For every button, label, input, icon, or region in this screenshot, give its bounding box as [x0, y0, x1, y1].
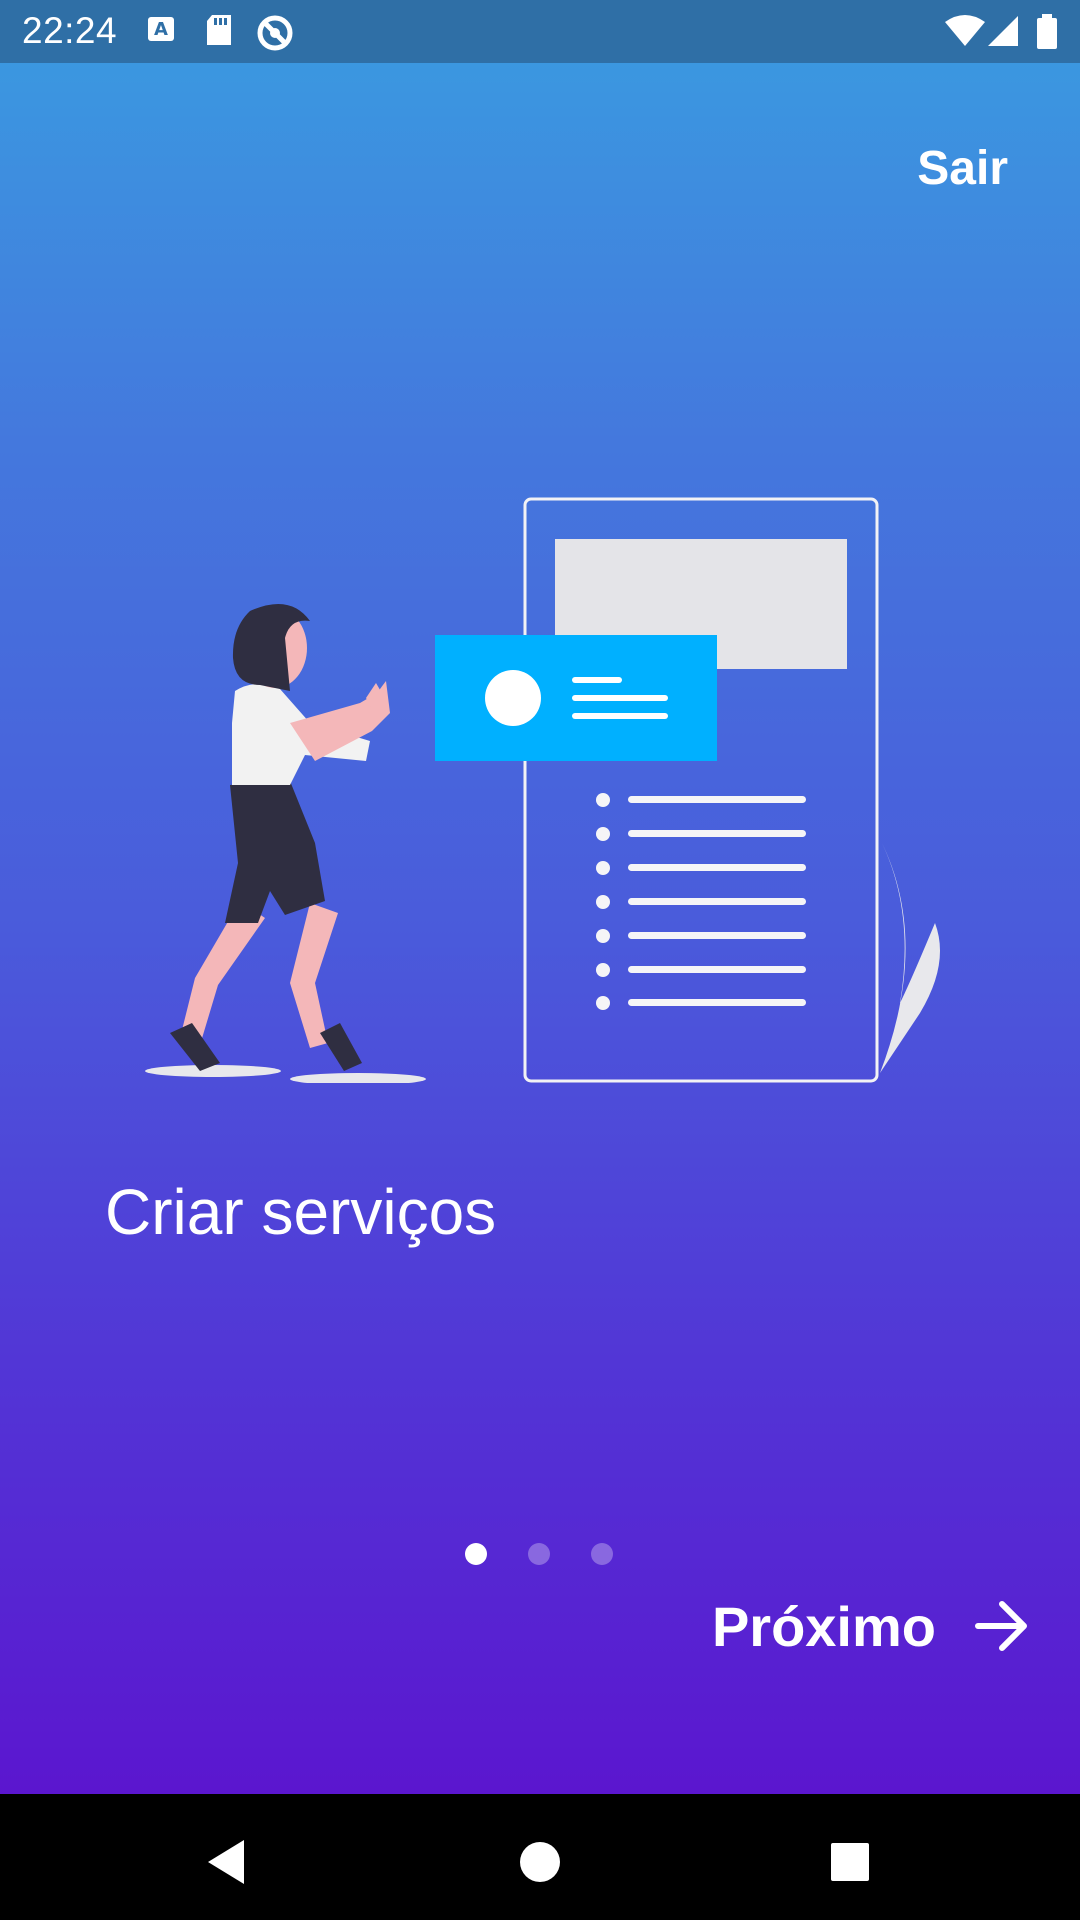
- battery-icon: [1036, 14, 1060, 50]
- leaf-shape: [880, 843, 940, 1073]
- onboarding-title: Criar serviços: [105, 1176, 497, 1248]
- skip-button[interactable]: Sair: [917, 141, 1008, 196]
- person-figure: [170, 603, 390, 1071]
- vpn-icon: [256, 14, 293, 51]
- next-button-label: Próximo: [711, 1594, 936, 1658]
- wifi-icon: [944, 14, 986, 50]
- onboarding-illustration: [140, 423, 940, 1085]
- recents-icon[interactable]: [820, 1832, 880, 1892]
- onboarding-screen: Sair Criar serviços Próximo: [0, 63, 1080, 1794]
- svg-text:A: A: [154, 19, 168, 40]
- arrow-right-icon: [975, 1601, 1027, 1651]
- navigation-bar: [0, 1794, 1080, 1920]
- status-bar: 22:24 A: [0, 0, 1080, 63]
- sd-card-icon: [204, 14, 240, 50]
- signal-icon: [986, 14, 1022, 50]
- status-time: 22:24: [22, 10, 118, 51]
- home-icon[interactable]: [510, 1832, 570, 1892]
- back-icon[interactable]: [200, 1832, 260, 1892]
- document-list-lines: [596, 793, 806, 1010]
- next-button[interactable]: Próximo: [712, 1581, 1030, 1671]
- page-dot-active[interactable]: [465, 1543, 487, 1565]
- page-dot[interactable]: [591, 1543, 613, 1565]
- keyboard-icon: A: [146, 14, 182, 50]
- page-dot[interactable]: [528, 1543, 550, 1565]
